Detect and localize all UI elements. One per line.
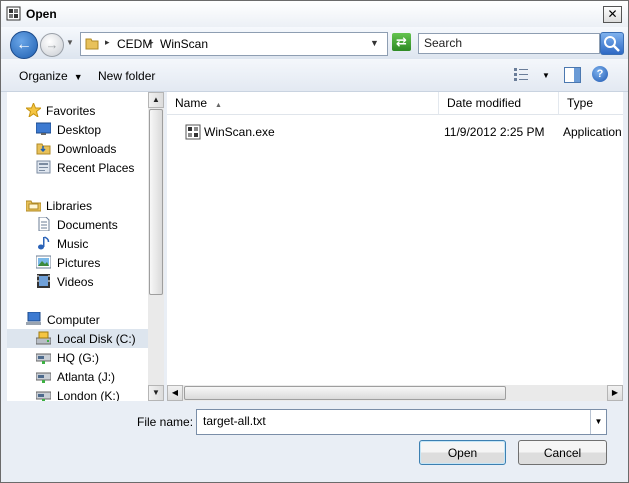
network-drive-icon: [36, 353, 51, 364]
close-button[interactable]: ✕: [603, 6, 622, 23]
breadcrumb-winscan[interactable]: WinScan: [160, 37, 208, 51]
new-folder-button[interactable]: New folder: [98, 69, 155, 83]
network-drive-icon: [36, 391, 51, 401]
navigation-pane: Favorites Desktop Downloads Recent Place…: [7, 92, 148, 401]
sidebar-item-hq-g[interactable]: HQ (G:): [7, 348, 148, 367]
desktop-icon: [36, 122, 51, 135]
back-arrow-icon: ←: [16, 36, 32, 53]
organize-label: Organize: [19, 69, 68, 83]
sidebar-item-desktop[interactable]: Desktop: [7, 120, 148, 139]
address-dropdown-icon[interactable]: ▼: [370, 38, 379, 48]
change-view-icon[interactable]: [513, 67, 529, 81]
pictures-icon: [36, 255, 51, 269]
file-name-label: File name:: [137, 415, 194, 429]
column-header-name[interactable]: Name ▲: [167, 92, 439, 114]
libraries-icon: [26, 200, 41, 212]
preview-pane-icon[interactable]: [564, 67, 581, 83]
open-dialog: Open ✕ ← → ▼ ▸ CEDM ▸ WinScan ▼ ⇄ Search…: [0, 0, 629, 483]
sidebar-item-recent-places[interactable]: Recent Places: [7, 158, 148, 177]
application-icon: [185, 124, 201, 140]
file-row[interactable]: WinScan.exe 11/9/2012 2:25 PM Applicatio…: [167, 122, 623, 142]
scroll-down-icon[interactable]: ▼: [148, 385, 164, 401]
sidebar-item-libraries[interactable]: Libraries: [7, 196, 148, 215]
file-name: WinScan.exe: [204, 125, 275, 139]
file-list: Name ▲ Date modified Type WinScan.exe 11/…: [167, 92, 623, 401]
sidebar-item-videos[interactable]: Videos: [7, 272, 148, 291]
forward-arrow-icon: →: [45, 37, 59, 52]
close-icon: ✕: [607, 7, 618, 21]
local-disk-icon: [36, 331, 51, 345]
column-header-date-modified[interactable]: Date modified: [439, 92, 559, 114]
organize-button[interactable]: Organize ▼: [19, 69, 83, 83]
file-name-dropdown-icon[interactable]: ▼: [590, 410, 606, 434]
refresh-button[interactable]: ⇄: [392, 33, 411, 51]
view-dropdown-icon[interactable]: ▼: [542, 71, 550, 80]
search-input[interactable]: [419, 34, 599, 51]
refresh-icon: ⇄: [396, 34, 407, 49]
app-icon: [6, 6, 21, 21]
sidebar-item-favorites[interactable]: Favorites: [7, 101, 148, 120]
column-header-row: Name ▲ Date modified Type: [167, 92, 623, 115]
sidebar-item-pictures[interactable]: Pictures: [7, 253, 148, 272]
navigation-pane-scrollbar[interactable]: ▲ ▼: [148, 92, 164, 401]
documents-icon: [38, 217, 50, 231]
back-button[interactable]: ←: [10, 31, 38, 59]
sidebar-item-atlanta-j[interactable]: Atlanta (J:): [7, 367, 148, 386]
breadcrumb-cedm[interactable]: CEDM: [117, 37, 152, 51]
horizontal-scrollbar-thumb[interactable]: [184, 386, 506, 400]
sidebar-item-london-k[interactable]: London (K:): [7, 386, 148, 401]
file-name-input[interactable]: [197, 410, 594, 432]
network-drive-icon: [36, 372, 51, 383]
recent-locations-dropdown-icon[interactable]: ▼: [66, 38, 74, 47]
search-button[interactable]: [600, 32, 624, 55]
file-list-horizontal-scrollbar[interactable]: ◀ ▶: [167, 385, 623, 401]
help-icon: ?: [596, 68, 604, 80]
cancel-button[interactable]: Cancel: [518, 440, 607, 465]
search-box[interactable]: [418, 33, 600, 54]
address-bar[interactable]: ▸ CEDM ▸ WinScan ▼: [80, 32, 388, 56]
computer-icon: [26, 312, 41, 325]
scroll-left-icon[interactable]: ◀: [167, 385, 183, 401]
scroll-right-icon[interactable]: ▶: [607, 385, 623, 401]
organize-dropdown-icon: ▼: [73, 72, 83, 82]
navigation-bar: ← → ▼ ▸ CEDM ▸ WinScan ▼ ⇄: [1, 27, 628, 59]
breadcrumb-separator-icon: ▸: [149, 37, 154, 47]
file-date-modified: 11/9/2012 2:25 PM: [444, 125, 545, 139]
folder-icon: [85, 38, 99, 50]
breadcrumb-separator-icon: ▸: [105, 37, 110, 47]
sidebar-item-downloads[interactable]: Downloads: [7, 139, 148, 158]
sidebar-item-computer[interactable]: Computer: [7, 310, 148, 329]
help-button[interactable]: ?: [592, 66, 608, 82]
sort-ascending-icon: ▲: [215, 102, 222, 109]
search-icon: [604, 36, 620, 52]
command-bar: Organize ▼ New folder ▼ ?: [1, 59, 628, 92]
forward-button[interactable]: →: [40, 33, 64, 57]
sidebar-item-music[interactable]: Music: [7, 234, 148, 253]
file-name-combobox[interactable]: ▼: [196, 409, 607, 435]
videos-icon: [37, 274, 50, 288]
downloads-icon: [36, 143, 51, 155]
sidebar-item-local-disk-c[interactable]: Local Disk (C:): [7, 329, 148, 348]
file-type: Application: [563, 125, 622, 139]
scrollbar-thumb[interactable]: [149, 109, 163, 295]
sidebar-item-documents[interactable]: Documents: [7, 215, 148, 234]
column-header-type[interactable]: Type: [559, 92, 623, 114]
window-title: Open: [26, 7, 57, 21]
recent-places-icon: [36, 160, 51, 174]
music-icon: [38, 236, 50, 250]
open-button[interactable]: Open: [419, 440, 506, 465]
star-icon: [26, 103, 41, 117]
scroll-up-icon[interactable]: ▲: [148, 92, 164, 108]
title-bar: Open ✕: [1, 1, 628, 27]
